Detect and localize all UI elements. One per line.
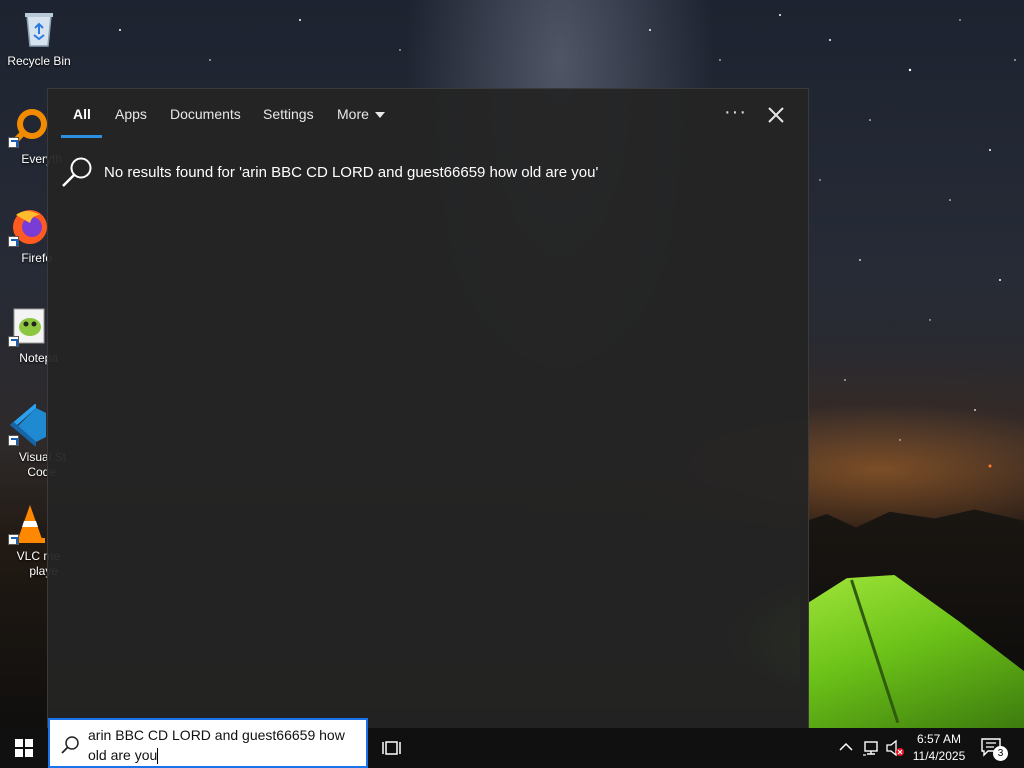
tab-all[interactable]: All [73, 106, 91, 122]
search-query-line1: arin BBC CD LORD and guest66659 how [88, 727, 345, 743]
active-tab-indicator [61, 135, 102, 138]
search-query-line2: old are you [88, 747, 158, 763]
tab-more-label: More [337, 106, 369, 122]
windows-logo-icon [15, 739, 33, 757]
close-button[interactable] [764, 103, 788, 127]
taskbar: arin BBC CD LORD and guest66659 how old … [0, 718, 1024, 768]
clock-time: 6:57 AM [916, 732, 962, 746]
chevron-down-icon [374, 112, 385, 119]
chevron-up-icon [839, 742, 853, 751]
task-view-button[interactable] [382, 738, 402, 758]
notification-count-badge: 3 [993, 746, 1008, 761]
show-hidden-icons-button[interactable] [838, 739, 854, 755]
clock-date: 11/4/2025 [912, 749, 966, 763]
shortcut-arrow-icon [8, 137, 19, 148]
tab-apps[interactable]: Apps [115, 106, 147, 122]
search-input[interactable]: arin BBC CD LORD and guest66659 how old … [88, 725, 358, 765]
tab-documents[interactable]: Documents [170, 106, 241, 122]
volume-muted-icon [886, 739, 904, 757]
task-view-icon [382, 741, 401, 755]
start-button[interactable] [0, 728, 48, 768]
shortcut-arrow-icon [8, 336, 19, 347]
vlc-icon [6, 503, 48, 545]
everything-search-icon [6, 106, 48, 148]
taskbar-search-box[interactable]: arin BBC CD LORD and guest66659 how old … [48, 718, 368, 768]
desktop-icon-label: Recycle Bin [7, 54, 71, 68]
shortcut-arrow-icon [8, 236, 19, 247]
desktop-icon-recycle-bin[interactable]: Recycle Bin [0, 8, 78, 69]
search-icon [62, 157, 92, 187]
search-icon [61, 736, 79, 754]
more-options-icon[interactable]: ··· [724, 101, 747, 124]
action-center-button[interactable]: 3 [980, 737, 1008, 761]
network-status-button[interactable] [862, 739, 880, 757]
vscode-icon [6, 403, 48, 447]
firefox-icon [6, 205, 48, 247]
network-icon [863, 741, 878, 756]
close-icon [768, 107, 784, 123]
clock[interactable]: 6:57 AM 11/4/2025 [906, 731, 972, 765]
shortcut-arrow-icon [8, 534, 19, 545]
search-results-panel: All Apps Documents Settings More ··· No … [47, 88, 809, 730]
recycle-bin-icon [18, 8, 60, 50]
text-cursor [157, 748, 159, 765]
shortcut-arrow-icon [8, 435, 19, 446]
tab-more[interactable]: More [337, 106, 385, 122]
no-results-message: No results found for 'arin BBC CD LORD a… [60, 155, 598, 189]
notepad-plus-plus-icon [6, 305, 48, 347]
tab-settings[interactable]: Settings [263, 106, 314, 122]
search-filter-tabs: All Apps Documents Settings More ··· [48, 89, 808, 139]
volume-button[interactable] [885, 739, 905, 757]
no-results-text: No results found for 'arin BBC CD LORD a… [104, 163, 599, 181]
